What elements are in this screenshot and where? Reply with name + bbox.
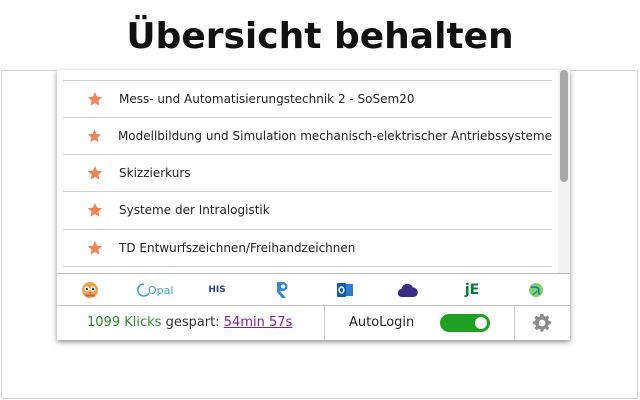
outlook-icon[interactable] [335, 281, 355, 299]
headline: Übersicht behalten [0, 0, 640, 70]
r-icon[interactable] [273, 281, 291, 299]
autologin-label: AutoLogin [349, 315, 415, 330]
clicks-count: 1099 Klicks [87, 315, 162, 330]
course-item[interactable]: Mess- und Automatisierungstechnik 2 - So… [63, 80, 552, 117]
his-icon[interactable]: HIS [205, 281, 229, 299]
star-icon[interactable] [87, 165, 103, 181]
opal-icon[interactable]: Opal [135, 281, 175, 299]
course-label: Skizzierkurs [119, 166, 191, 180]
owl-mascot-icon[interactable] [80, 281, 100, 299]
divider [324, 306, 325, 340]
course-label: TD Entwurfszeichnen/Freihandzeichnen [119, 241, 356, 255]
cloud-icon[interactable] [397, 281, 419, 299]
scrollbar-thumb[interactable] [560, 70, 568, 182]
star-icon[interactable] [87, 240, 103, 256]
his-text: HIS [208, 285, 226, 295]
divider [514, 306, 515, 340]
saved-summary: 1099 Klicks gespart: 54min 57s [87, 306, 292, 340]
saved-time-link[interactable]: 54min 57s [224, 315, 293, 330]
course-item[interactable]: Modellbildung und Simulation mechanisch-… [63, 117, 552, 154]
gear-icon[interactable] [532, 313, 552, 333]
course-item[interactable]: Skizzierkurs [63, 154, 552, 191]
star-icon[interactable] [87, 128, 102, 144]
course-label: Modellbildung und Simulation mechanisch-… [117, 129, 552, 143]
toggle-knob [475, 317, 487, 329]
status-footer: 1099 Klicks gespart: 54min 57s AutoLogin [57, 306, 570, 340]
globe-icon[interactable] [527, 281, 545, 299]
je-text: jE [464, 282, 480, 298]
course-item[interactable] [63, 266, 552, 273]
course-item[interactable]: TD Entwurfszeichnen/Freihandzeichnen [63, 229, 552, 266]
quick-links-bar: Opal HIS jE [57, 274, 570, 306]
course-label: Mess- und Automatisierungstechnik 2 - So… [119, 92, 415, 106]
autologin-toggle[interactable] [440, 314, 490, 332]
opal-text: Opal [148, 284, 173, 297]
extension-popup: Mess- und Automatisierungstechnik 2 - So… [57, 70, 570, 340]
je-icon[interactable]: jE [461, 281, 483, 299]
course-item[interactable]: Systeme der Intralogistik [63, 191, 552, 228]
course-label: Systeme der Intralogistik [119, 203, 270, 217]
star-icon[interactable] [87, 202, 103, 218]
scrollbar[interactable] [558, 70, 570, 273]
star-icon[interactable] [87, 91, 103, 107]
course-list: Mess- und Automatisierungstechnik 2 - So… [57, 70, 570, 274]
saved-label: gespart: [165, 315, 220, 330]
